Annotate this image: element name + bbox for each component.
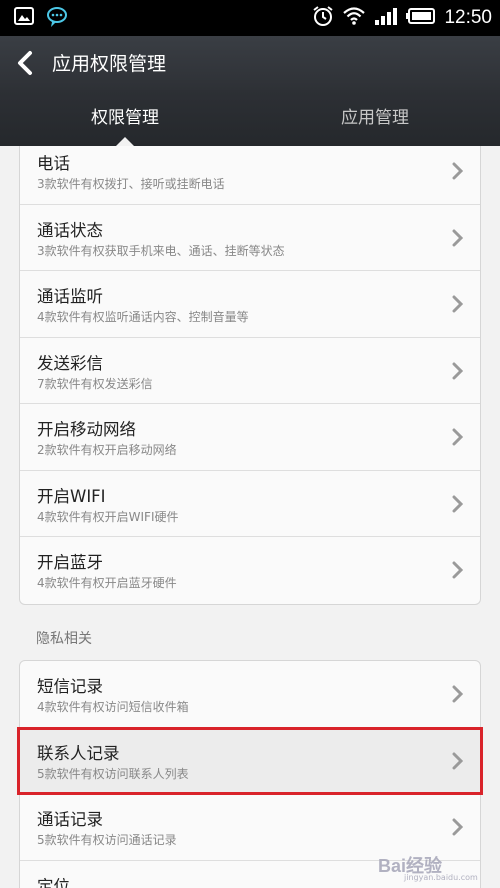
- baidu-jingyan-watermark: Bai经验 jingyan.baidu.com: [374, 852, 492, 882]
- chevron-right-icon: [452, 752, 464, 770]
- list-item-contacts[interactable]: 联系人记录 5款软件有权访问联系人列表: [17, 726, 483, 795]
- permissions-card: 电话 3款软件有权拨打、接听或挂断电话 通话状态 3款软件有权获取手机来电、通话…: [19, 146, 481, 605]
- list-item-subtitle: 2款软件有权开启移动网络: [37, 443, 177, 457]
- list-item-subtitle: 3款软件有权获取手机来电、通话、挂断等状态: [37, 243, 285, 258]
- list-item-subtitle: 4款软件有权开启蓝牙硬件: [37, 576, 177, 590]
- signal-icon: [374, 6, 398, 30]
- chevron-right-icon: [452, 162, 464, 180]
- list-item-title: 电话: [37, 154, 70, 173]
- list-item-wifi[interactable]: 开启WIFI 4款软件有权开启WIFI硬件: [20, 471, 480, 537]
- permission-list[interactable]: 电话 3款软件有权拨打、接听或挂断电话 通话状态 3款软件有权获取手机来电、通话…: [0, 146, 500, 888]
- list-item-title: 发送彩信: [37, 353, 103, 373]
- list-item-title: 联系人记录: [37, 743, 120, 763]
- chevron-left-icon[interactable]: [14, 50, 36, 76]
- list-item-subtitle: 5款软件有权访问通话记录: [37, 833, 177, 847]
- tab-bar: 权限管理 应用管理: [0, 90, 500, 146]
- page-title: 应用权限管理: [52, 53, 167, 75]
- chevron-right-icon: [452, 495, 464, 513]
- list-item-title: 开启蓝牙: [37, 553, 103, 572]
- list-item-call-monitor[interactable]: 通话监听 4款软件有权监听通话内容、控制音量等: [20, 271, 480, 338]
- list-item-title: 通话状态: [37, 220, 103, 240]
- list-item-phone[interactable]: 电话 3款软件有权拨打、接听或挂断电话: [20, 146, 480, 205]
- list-item-title: 定位: [37, 876, 70, 888]
- chevron-right-icon: [452, 818, 464, 836]
- list-item-send-mms[interactable]: 发送彩信 7款软件有权发送彩信: [20, 338, 480, 404]
- chevron-right-icon: [452, 362, 464, 380]
- list-item-title: 开启移动网络: [37, 420, 136, 439]
- list-item-call-records[interactable]: 通话记录 5款软件有权访问通话记录: [20, 794, 480, 861]
- list-item-title: 短信记录: [37, 677, 103, 696]
- list-item-title: 通话监听: [37, 287, 103, 306]
- list-item-sms-records[interactable]: 短信记录 4款软件有权访问短信收件箱: [20, 661, 480, 728]
- list-item-bluetooth[interactable]: 开启蓝牙 4款软件有权开启蓝牙硬件: [20, 537, 480, 604]
- list-item-subtitle: 3款软件有权拨打、接听或挂断电话: [37, 177, 225, 191]
- list-item-call-state[interactable]: 通话状态 3款软件有权获取手机来电、通话、挂断等状态: [20, 205, 480, 271]
- title-bar: 应用权限管理: [0, 36, 500, 90]
- chevron-right-icon: [452, 295, 464, 313]
- status-bar: 12:50: [0, 0, 500, 36]
- list-item-title: 开启WIFI: [37, 486, 106, 506]
- image-icon: [14, 6, 34, 32]
- list-item-subtitle: 4款软件有权访问短信收件箱: [37, 700, 189, 714]
- active-tab-indicator: [116, 137, 134, 146]
- list-item-subtitle: 4款软件有权开启WIFI硬件: [37, 509, 179, 524]
- chevron-right-icon: [452, 428, 464, 446]
- list-item-title: 通话记录: [37, 810, 103, 829]
- status-time: 12:50: [444, 7, 492, 28]
- list-item-subtitle: 4款软件有权监听通话内容、控制音量等: [37, 310, 249, 324]
- tab-app-management[interactable]: 应用管理: [250, 90, 500, 146]
- watermark-subtext: jingyan.baidu.com: [404, 873, 478, 882]
- chevron-right-icon: [452, 685, 464, 703]
- chevron-right-icon: [452, 561, 464, 579]
- alarm-icon: [312, 5, 334, 31]
- section-header-privacy: 隐私相关: [36, 631, 92, 647]
- list-item-subtitle: 7款软件有权发送彩信: [37, 376, 153, 391]
- list-item-mobile-network[interactable]: 开启移动网络 2款软件有权开启移动网络: [20, 404, 480, 471]
- chat-bubble-icon: [46, 6, 68, 32]
- list-item-subtitle: 5款软件有权访问联系人列表: [37, 766, 189, 781]
- battery-icon: [406, 8, 436, 28]
- wifi-icon: [342, 6, 366, 30]
- chevron-right-icon: [452, 229, 464, 247]
